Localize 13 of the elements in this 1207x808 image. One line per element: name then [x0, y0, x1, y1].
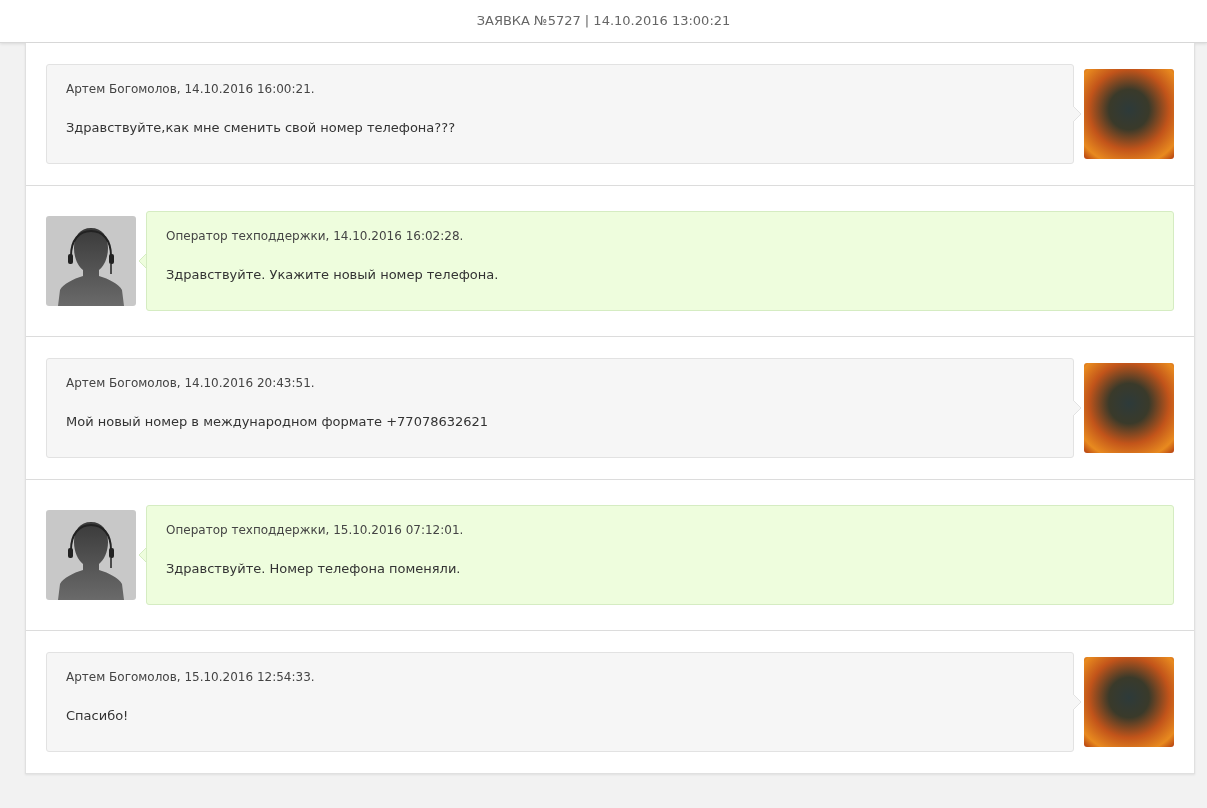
message-author-date: Артем Богомолов, 15.10.2016 12:54:33.: [66, 669, 316, 686]
message-text: Спасибо!: [66, 707, 130, 725]
message-author-date: Артем Богомолов, 14.10.2016 20:43:51.: [66, 375, 316, 392]
person-silhouette-icon: [46, 510, 136, 600]
message-text: Здравствуйте. Укажите новый номер телефона.: [166, 266, 500, 284]
ticket-title: ЗАЯВКА №5727 | 14.10.2016 13:00:21: [476, 12, 731, 31]
person-silhouette-icon: [46, 216, 136, 306]
message-author-date: Артем Богомолов, 14.10.2016 16:00:21.: [66, 81, 316, 98]
message-author-date: Оператор техподдержки, 15.10.2016 07:12:01.: [166, 522, 465, 539]
message-text: Здравствуйте,как мне сменить свой номер телефона???: [66, 119, 457, 137]
message-text: Здравствуйте. Номер телефона поменяли.: [166, 560, 462, 578]
message-text: Мой новый номер в международном формате +77078632621: [66, 413, 490, 431]
message-author-date: Оператор техподдержки, 14.10.2016 16:02:28.: [166, 228, 465, 245]
